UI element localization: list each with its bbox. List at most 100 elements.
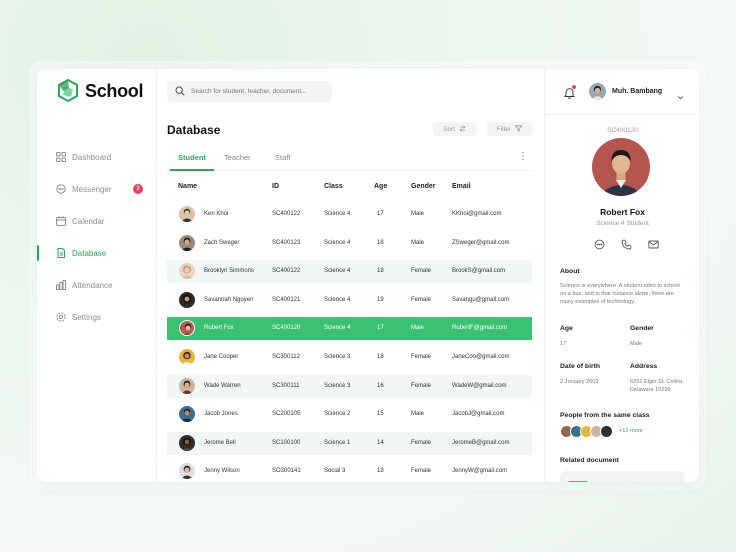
mail-icon[interactable]	[646, 237, 660, 251]
bell-icon[interactable]	[563, 85, 576, 104]
student-gender: Male	[411, 211, 425, 217]
student-class: Science 4	[324, 325, 351, 332]
chat-icon	[56, 184, 66, 194]
student-age: 18	[377, 268, 384, 275]
student-class: Science 3	[324, 382, 351, 389]
column-header-class[interactable]: Class	[324, 183, 343, 190]
student-email: RobertF@gmail.com	[452, 325, 508, 332]
student-name: Wade Warren	[204, 382, 241, 389]
sidebar-item-dashboard[interactable]: Dashboard	[37, 141, 157, 173]
column-header-age[interactable]: Age	[374, 183, 387, 190]
profile-photo	[592, 138, 650, 196]
student-class: Science 4	[324, 211, 351, 217]
sidebar: School Dashboard Messenger 3 Calendar Da…	[37, 69, 157, 482]
student-gender: Female	[411, 439, 432, 446]
avatar	[179, 263, 195, 280]
tab-teacher[interactable]: Teacher	[224, 153, 251, 162]
tab-staff[interactable]: Staff	[275, 153, 290, 162]
sidebar-item-calendar[interactable]: Calendar	[37, 205, 157, 237]
gender-label: Gender	[630, 325, 654, 332]
profile-name: Robert Fox	[600, 207, 645, 217]
table-row[interactable]: Jerome Bell SC100100 Science 1 14 Female…	[167, 431, 532, 455]
sidebar-item-messenger[interactable]: Messenger 3	[37, 173, 157, 205]
table-row[interactable]: Jacob Jones SC200105 Science 2 15 Male J…	[167, 403, 532, 426]
gear-icon	[56, 312, 66, 322]
main-content: Database Sort Filter Student Teacher Sta…	[157, 69, 544, 482]
sidebar-item-database[interactable]: Database	[37, 237, 157, 269]
phone-icon[interactable]	[619, 237, 633, 251]
table-row-selected[interactable]: Robert Fox SC400120 Science 4 17 Male Ro…	[167, 317, 532, 341]
sidebar-nav: Dashboard Messenger 3 Calendar Database	[37, 141, 157, 333]
sort-icon	[459, 124, 466, 134]
student-email: JacobJ@gmail.com	[452, 411, 505, 418]
sidebar-item-label: Dashboard	[72, 152, 112, 162]
table-row[interactable]: Zach Sweger SC400123 Science 4 18 Male Z…	[167, 232, 532, 255]
student-name: Savannah Nguyen	[204, 296, 254, 303]
sort-button[interactable]: Sort	[433, 122, 476, 136]
chat-icon[interactable]	[592, 237, 606, 251]
avatar	[600, 425, 613, 438]
unread-badge: 3	[133, 184, 143, 194]
student-gender: Male	[411, 239, 425, 246]
logo[interactable]: School	[57, 78, 144, 103]
avatar	[179, 320, 195, 337]
filter-label: Filter	[496, 125, 512, 133]
student-name: Robert Fox	[204, 325, 234, 332]
student-class: Science 4	[324, 268, 351, 275]
student-table-body: Ken Khoi SC400122 Science 4 17 Male KKho…	[167, 203, 532, 482]
sidebar-item-settings[interactable]: Settings	[37, 301, 157, 333]
table-row[interactable]: Jane Cooper SC300112 Science 3 18 Female…	[167, 346, 532, 369]
student-id: SC400121	[272, 296, 301, 303]
column-header-email[interactable]: Email	[452, 183, 471, 190]
student-id: SC100100	[272, 439, 301, 446]
table-row[interactable]: Wade Warren SC300111 Science 3 16 Female…	[167, 374, 532, 398]
student-name: Jacob Jones	[204, 411, 238, 418]
student-name: Ken Khoi	[204, 211, 229, 217]
column-header-id[interactable]: ID	[272, 183, 279, 190]
student-name: Brooklyn Simmons	[204, 268, 255, 275]
sidebar-item-label: Calendar	[72, 216, 105, 226]
search-input[interactable]	[191, 88, 321, 95]
profile-student-id: SC400120	[607, 127, 638, 134]
related-document-label: Related document	[560, 457, 619, 464]
table-row[interactable]: Brooklyn Simmons SC400122 Science 4 18 F…	[167, 260, 532, 284]
sidebar-item-label: Settings	[72, 312, 101, 322]
student-gender: Female	[411, 353, 432, 360]
sidebar-item-label: Attendance	[72, 280, 113, 290]
column-header-name[interactable]: Name	[178, 183, 197, 190]
student-class: Social 3	[324, 468, 346, 475]
student-gender: Female	[411, 268, 432, 275]
search-icon	[175, 83, 185, 101]
avatar[interactable]	[589, 83, 606, 100]
student-id: SC300112	[272, 353, 300, 360]
calendar-icon	[56, 216, 66, 226]
column-header-gender[interactable]: Gender	[411, 183, 436, 190]
table-row[interactable]: Savannah Nguyen SC400121 Science 4 19 Fe…	[167, 289, 532, 312]
document-thumbnail	[567, 481, 589, 482]
address-label: Address	[630, 363, 658, 370]
tab-student[interactable]: Student	[170, 153, 214, 171]
filter-button[interactable]: Filter	[487, 122, 532, 136]
classmates-avatars[interactable]: +12 more	[560, 425, 660, 439]
student-age: 15	[377, 411, 384, 418]
search-bar[interactable]	[167, 81, 332, 102]
more-classmates-link[interactable]: +12 more	[619, 428, 643, 434]
sidebar-item-attendance[interactable]: Attendance	[37, 269, 157, 301]
more-options-icon[interactable]: ⋮	[518, 151, 528, 162]
about-text: Science is everywhere. A student rides t…	[560, 283, 680, 305]
avatar	[179, 291, 195, 308]
chevron-down-icon[interactable]	[677, 88, 684, 106]
brand-name: School	[85, 80, 144, 101]
about-label: About	[560, 268, 580, 275]
student-email: KKhoi@gmail.com	[452, 211, 502, 217]
student-email: WadeW@gmail.com	[452, 382, 507, 389]
table-row[interactable]: Jenny Wilson SO300141 Social 3 18 Female…	[167, 460, 532, 482]
student-age: 18	[377, 239, 384, 246]
avatar	[179, 406, 195, 423]
sort-label: Sort	[443, 125, 455, 133]
grid-icon	[56, 152, 66, 162]
user-name[interactable]: Muh. Bambang	[612, 88, 662, 95]
tab-bar: Student Teacher Staff ⋮	[167, 147, 532, 171]
document-card[interactable]	[560, 471, 684, 482]
table-row[interactable]: Ken Khoi SC400122 Science 4 17 Male KKho…	[167, 203, 532, 226]
